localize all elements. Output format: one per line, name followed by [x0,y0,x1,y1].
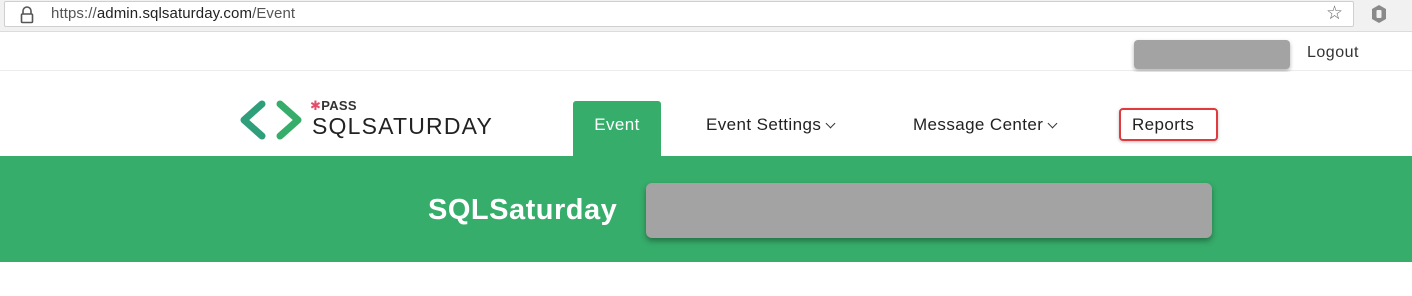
star-icon[interactable]: ☆ [1326,4,1343,24]
nav-event-settings[interactable]: Event Settings [706,115,836,135]
browser-address-bar: https://admin.sqlsaturday.com/Event ☆ [0,0,1412,32]
chevron-down-icon [1047,118,1058,129]
url-scheme: https:// [51,5,97,22]
nav-event-settings-label: Event Settings [706,115,822,134]
logo-pass-label: PASS [321,98,357,113]
sqlsaturday-logo[interactable]: ✱PASS SQLSATURDAY [238,98,508,142]
lock-icon [20,6,34,24]
nav-message-center[interactable]: Message Center [913,115,1058,135]
nav-event-tab[interactable]: Event [573,101,661,156]
url-host: admin.sqlsaturday.com [96,5,253,22]
url-field[interactable]: https://admin.sqlsaturday.com/Event ☆ [4,1,1354,27]
pass-flake-icon: ✱ [310,98,322,113]
logo-name-text: SQLSATURDAY [312,113,494,139]
user-bar: Logout [0,33,1412,71]
chevron-down-icon [825,118,836,129]
event-banner: SQLSaturday [0,156,1412,262]
logout-link[interactable]: Logout [1307,44,1359,62]
extension-icon[interactable] [1370,4,1388,24]
logo-brackets-icon [240,100,302,140]
url-text: https://admin.sqlsaturday.com/Event [51,5,295,22]
redacted-username [1134,40,1290,69]
logo-pass-text: ✱PASS [310,98,357,114]
url-path: /Event [252,5,296,22]
nav-message-center-label: Message Center [913,115,1044,134]
site-header: ✱PASS SQLSATURDAY Event Event Settings M… [0,72,1412,156]
redacted-event-name [646,183,1212,238]
nav-reports[interactable]: Reports [1119,108,1218,141]
banner-title: SQLSaturday [428,194,618,226]
